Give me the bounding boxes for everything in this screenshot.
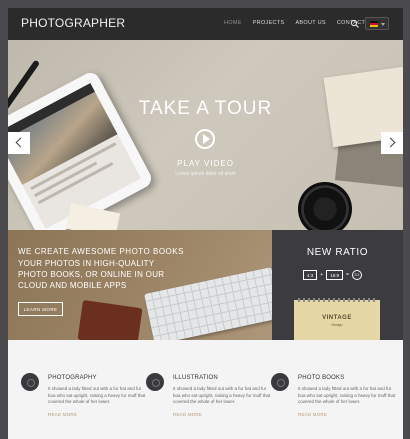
service-desc: It showed a lady fitted out with a fur h… bbox=[298, 386, 396, 404]
ratio-title: NEW RATIO bbox=[306, 247, 369, 258]
main-nav: HOME PROJECTS ABOUT US CONTACT bbox=[224, 20, 365, 26]
search-icon[interactable] bbox=[350, 19, 360, 29]
ratio-formula: 4:3 + 16:9 = 3:2 bbox=[303, 270, 362, 280]
vintage-notepad-image: VINTAGE Design bbox=[294, 298, 380, 340]
german-flag-icon bbox=[370, 21, 378, 27]
service-title: PHOTO BOOKS bbox=[298, 375, 345, 381]
promo-title: WE CREATE AWESOME PHOTO BOOKS bbox=[18, 247, 184, 256]
chevron-right-icon bbox=[385, 137, 396, 148]
illustration-icon bbox=[146, 373, 164, 391]
nav-home[interactable]: HOME bbox=[224, 20, 242, 26]
camera-lens-image bbox=[298, 182, 352, 230]
camera-icon bbox=[21, 373, 39, 391]
read-more-link[interactable]: READ MORE bbox=[48, 412, 77, 417]
play-video-link[interactable]: PLAY VIDEO bbox=[8, 159, 403, 168]
read-more-link[interactable]: READ MORE bbox=[173, 412, 202, 417]
services-section: PHOTOGRAPHY It showed a lady fitted out … bbox=[8, 340, 403, 439]
photo-books-banner: WE CREATE AWESOME PHOTO BOOKS YOUR PHOTO… bbox=[8, 230, 272, 340]
hero-slider: TAKE A TOUR PLAY VIDEO Lorem ipsum dolor… bbox=[8, 40, 403, 230]
book-icon bbox=[271, 373, 289, 391]
service-desc: It showed a lady fitted out with a fur h… bbox=[173, 386, 271, 404]
equals-sign: = bbox=[345, 272, 349, 278]
ratio-box-16-9: 16:9 bbox=[326, 270, 343, 280]
vintage-label: VINTAGE bbox=[322, 315, 352, 321]
site-header: PHOTOGRAPHER HOME PROJECTS ABOUT US CONT… bbox=[8, 8, 403, 40]
site-logo[interactable]: PHOTOGRAPHER bbox=[21, 16, 125, 30]
card-image bbox=[65, 203, 121, 230]
page: PHOTOGRAPHER HOME PROJECTS ABOUT US CONT… bbox=[8, 8, 403, 439]
wallet-image bbox=[77, 300, 143, 340]
language-selector[interactable] bbox=[365, 17, 389, 30]
learn-more-label: LEARN MORE bbox=[23, 306, 58, 312]
nav-projects[interactable]: PROJECTS bbox=[253, 20, 285, 26]
hero-subtitle: Lorem ipsum dolor sit amet bbox=[175, 171, 236, 177]
ratio-circle: 3:2 bbox=[351, 270, 362, 280]
nav-about-us[interactable]: ABOUT US bbox=[295, 20, 325, 26]
service-title: PHOTOGRAPHY bbox=[48, 375, 97, 381]
slider-next-button[interactable] bbox=[381, 132, 403, 154]
read-more-link[interactable]: READ MORE bbox=[298, 412, 327, 417]
chevron-down-icon bbox=[381, 23, 385, 26]
chevron-left-icon bbox=[15, 137, 26, 148]
new-ratio-banner: NEW RATIO 4:3 + 16:9 = 3:2 VINTAGE Desig… bbox=[272, 230, 403, 340]
vintage-sub: Design bbox=[331, 323, 343, 327]
plus-sign: + bbox=[320, 272, 324, 278]
learn-more-button[interactable]: LEARN MORE bbox=[18, 302, 63, 316]
hero-title: TAKE A TOUR bbox=[138, 98, 273, 119]
slider-prev-button[interactable] bbox=[8, 132, 30, 154]
play-icon[interactable] bbox=[195, 129, 215, 149]
service-desc: It showed a lady fitted out with a fur h… bbox=[48, 386, 146, 404]
service-title: ILLUSTRATION bbox=[173, 375, 218, 381]
promo-text: YOUR PHOTOS IN HIGH-QUALITY PHOTO BOOKS,… bbox=[18, 259, 165, 290]
ratio-box-4-3: 4:3 bbox=[303, 270, 318, 280]
